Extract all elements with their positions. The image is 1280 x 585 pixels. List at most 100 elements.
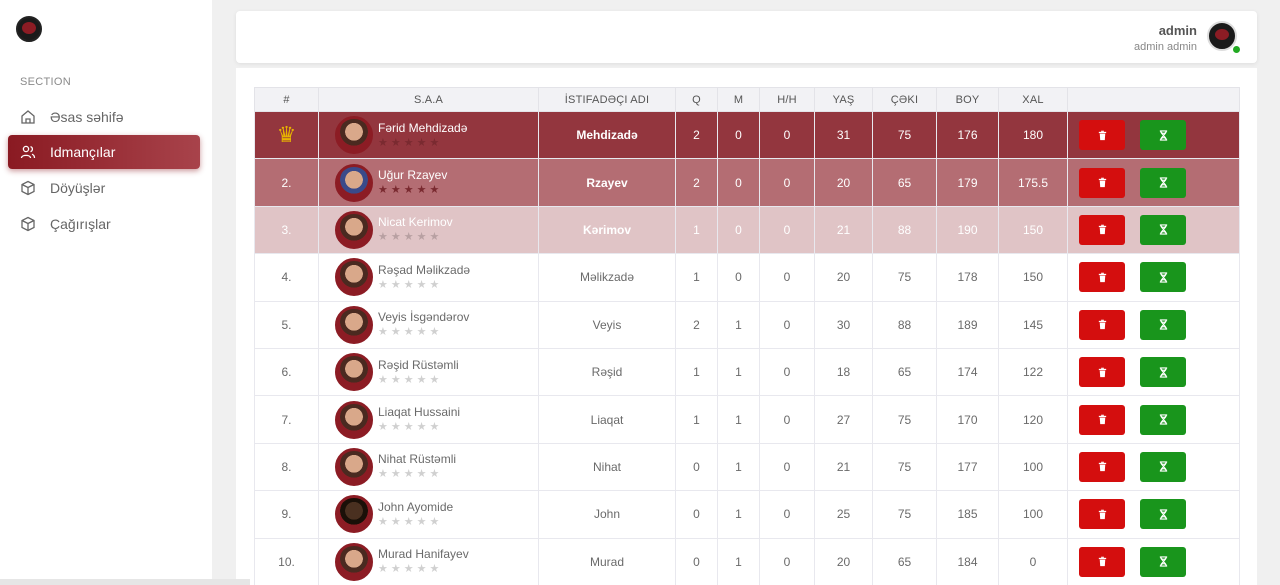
height-cell: 178 bbox=[936, 253, 999, 302]
weight-cell: 65 bbox=[872, 537, 937, 585]
app-logo[interactable] bbox=[16, 16, 42, 42]
player-avatar[interactable] bbox=[335, 400, 373, 439]
table-row[interactable]: 5. Veyis İsgəndərov ★★★★★ Veyis 2 1 0 30 88 189 14… bbox=[254, 300, 1240, 349]
timer-button[interactable] bbox=[1140, 167, 1186, 198]
delete-button[interactable] bbox=[1079, 546, 1125, 577]
timer-button[interactable] bbox=[1140, 451, 1186, 482]
player-name[interactable]: Nicat Kerimov bbox=[378, 215, 453, 229]
player-name[interactable]: Rəşid Rüstəmli bbox=[378, 358, 459, 372]
box-icon bbox=[20, 216, 36, 232]
delete-button[interactable] bbox=[1079, 404, 1125, 435]
delete-button[interactable] bbox=[1079, 451, 1125, 482]
delete-button[interactable] bbox=[1079, 262, 1125, 293]
trash-icon bbox=[1097, 509, 1108, 520]
actions-cell bbox=[1067, 158, 1240, 207]
col-m[interactable]: M bbox=[717, 87, 760, 112]
sidebar-item-athletes[interactable]: Idmançılar bbox=[8, 135, 200, 169]
col-username[interactable]: İSTIFADƏÇI ADI bbox=[538, 87, 676, 112]
table-row[interactable]: 10. Murad Hanifayev ★★★★★ Murad 0 1 0 20 65 184 0 bbox=[254, 537, 1240, 585]
col-fullname[interactable]: S.A.A bbox=[318, 87, 539, 112]
age-cell: 18 bbox=[814, 347, 873, 397]
player-name[interactable]: Uğur Rzayev bbox=[378, 168, 447, 182]
delete-button[interactable] bbox=[1079, 167, 1125, 198]
delete-button[interactable] bbox=[1079, 120, 1125, 151]
col-points[interactable]: XAL bbox=[998, 87, 1068, 112]
player-avatar[interactable] bbox=[335, 258, 373, 297]
timer-button[interactable] bbox=[1140, 120, 1186, 151]
actions-cell bbox=[1067, 300, 1240, 349]
timer-button[interactable] bbox=[1140, 214, 1186, 245]
player-avatar[interactable] bbox=[335, 542, 373, 581]
height-cell: 184 bbox=[936, 537, 999, 585]
table-row[interactable]: 8. Nihat Rüstəmli ★★★★★ Nihat 0 1 0 21 75 177 100 bbox=[254, 442, 1240, 492]
timer-button[interactable] bbox=[1140, 546, 1186, 577]
age-cell: 25 bbox=[814, 490, 873, 539]
sidebar-item-challenges[interactable]: Çağırışlar bbox=[8, 207, 200, 241]
player-avatar[interactable] bbox=[335, 116, 373, 155]
rank-cell: 3. bbox=[254, 205, 319, 255]
q-cell: 1 bbox=[675, 205, 718, 255]
col-hh[interactable]: H/H bbox=[759, 87, 815, 112]
player-avatar[interactable] bbox=[335, 305, 373, 344]
weight-cell: 75 bbox=[872, 253, 937, 302]
player-avatar[interactable] bbox=[335, 353, 373, 392]
col-height[interactable]: BOY bbox=[936, 87, 999, 112]
trash-icon bbox=[1097, 556, 1108, 567]
delete-button[interactable] bbox=[1079, 214, 1125, 245]
table-row[interactable]: 7. Liaqat Hussaini ★★★★★ Liaqat 1 1 0 27 75 170 12… bbox=[254, 395, 1240, 444]
player-name[interactable]: Murad Hanifayev bbox=[378, 547, 469, 561]
sidebar-item-fights[interactable]: Döyüşlər bbox=[8, 171, 200, 205]
rank-cell: 6. bbox=[254, 347, 319, 397]
top-header: admin admin admin bbox=[236, 11, 1257, 63]
weight-cell: 75 bbox=[872, 490, 937, 539]
delete-button[interactable] bbox=[1079, 309, 1125, 340]
col-age[interactable]: YAŞ bbox=[814, 87, 873, 112]
table-row[interactable]: 4. Rəşad Məlikzadə ★★★★★ Məlikzadə 1 0 0 20 75 17… bbox=[254, 253, 1240, 302]
player-name[interactable]: Veyis İsgəndərov bbox=[378, 310, 469, 324]
hourglass-icon bbox=[1158, 461, 1169, 473]
age-cell: 21 bbox=[814, 205, 873, 255]
timer-button[interactable] bbox=[1140, 309, 1186, 340]
hh-cell: 0 bbox=[759, 395, 815, 444]
col-weight[interactable]: ÇƏKI bbox=[872, 87, 937, 112]
age-cell: 27 bbox=[814, 395, 873, 444]
height-cell: 185 bbox=[936, 490, 999, 539]
table-row[interactable]: 9. John Ayomide ★★★★★ John 0 1 0 25 75 185 100 bbox=[254, 490, 1240, 539]
hourglass-icon bbox=[1158, 319, 1169, 330]
player-avatar[interactable] bbox=[335, 163, 373, 202]
player-name[interactable]: Fərid Mehdizadə bbox=[378, 121, 467, 135]
rank-cell: 2. bbox=[254, 158, 319, 207]
col-q[interactable]: Q bbox=[675, 87, 718, 112]
sidebar-item-home[interactable]: Əsas səhifə bbox=[8, 100, 200, 134]
m-cell: 0 bbox=[717, 253, 760, 302]
sidebar-item-label: Idmançılar bbox=[50, 144, 116, 160]
weight-cell: 88 bbox=[872, 205, 937, 255]
username-cell: Murad bbox=[538, 537, 676, 585]
star-rating: ★★★★★ bbox=[378, 184, 443, 197]
player-name[interactable]: John Ayomide bbox=[378, 500, 453, 514]
timer-button[interactable] bbox=[1140, 357, 1186, 388]
username-cell: Rzayev bbox=[538, 158, 676, 207]
table-row[interactable]: 3. Nicat Kerimov ★★★★★ Kərimov 1 0 0 21 88 190 150 bbox=[254, 205, 1240, 255]
table-row[interactable]: ♛ Fərid Mehdizadə ★★★★★ Mehdizadə 2 0 0 31 75 176… bbox=[254, 110, 1240, 160]
table-row[interactable]: 2. Uğur Rzayev ★★★★★ Rzayev 2 0 0 20 65 179 175.5 bbox=[254, 158, 1240, 207]
online-status-dot bbox=[1232, 45, 1241, 54]
table-row[interactable]: 6. Rəşid Rüstəmli ★★★★★ Rəşid 1 1 0 18 65 174 122 bbox=[254, 347, 1240, 397]
delete-button[interactable] bbox=[1079, 357, 1125, 388]
height-cell: 177 bbox=[936, 442, 999, 492]
player-avatar[interactable] bbox=[335, 495, 373, 534]
timer-button[interactable] bbox=[1140, 404, 1186, 435]
player-name[interactable]: Rəşad Məlikzadə bbox=[378, 263, 470, 277]
player-avatar[interactable] bbox=[335, 210, 373, 249]
points-cell: 122 bbox=[998, 347, 1068, 397]
delete-button[interactable] bbox=[1079, 499, 1125, 530]
timer-button[interactable] bbox=[1140, 262, 1186, 293]
player-name[interactable]: Liaqat Hussaini bbox=[378, 405, 460, 419]
m-cell: 0 bbox=[717, 205, 760, 255]
points-cell: 120 bbox=[998, 395, 1068, 444]
player-avatar[interactable] bbox=[335, 447, 373, 486]
timer-button[interactable] bbox=[1140, 499, 1186, 530]
player-name[interactable]: Nihat Rüstəmli bbox=[378, 452, 456, 466]
hourglass-icon bbox=[1158, 130, 1169, 141]
col-rank[interactable]: # bbox=[254, 87, 319, 112]
